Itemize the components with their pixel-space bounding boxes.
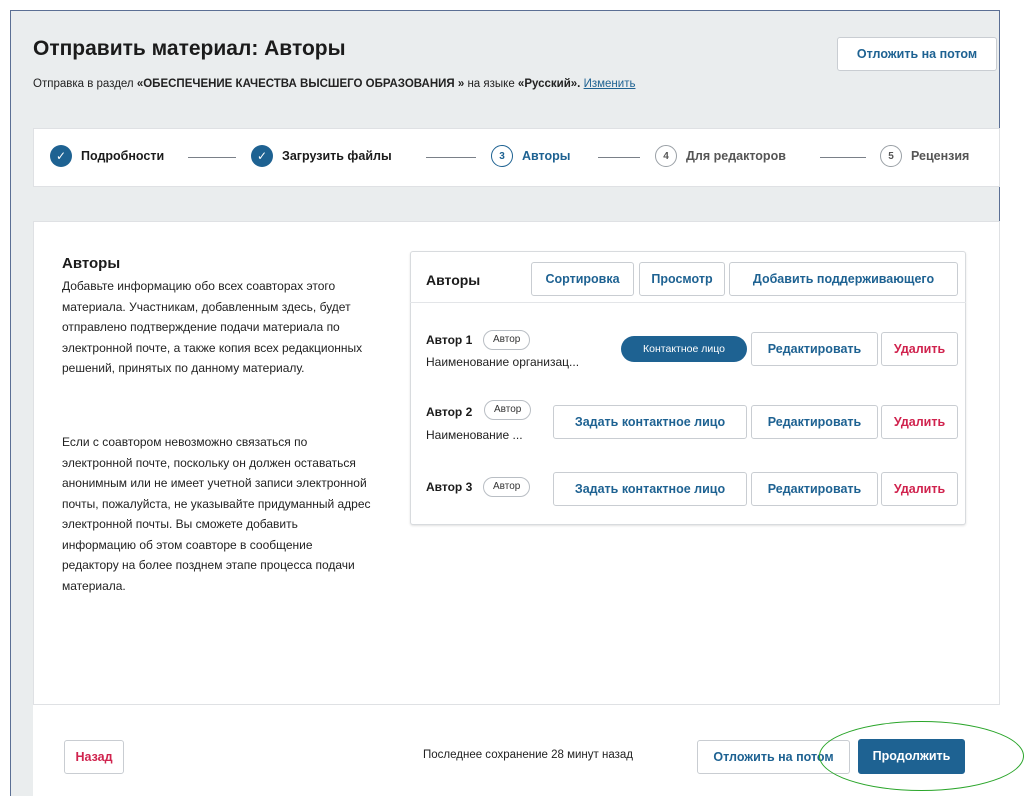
context-mid: на языке bbox=[464, 78, 518, 90]
step-authors[interactable]: 3 Авторы bbox=[491, 145, 570, 167]
context-prefix: Отправка в раздел bbox=[33, 78, 137, 90]
divider bbox=[410, 302, 966, 303]
delete-author-button[interactable]: Удалить bbox=[881, 332, 958, 366]
role-badge: Автор bbox=[484, 400, 532, 420]
author-affiliation: Наименование организац... bbox=[426, 355, 580, 369]
authors-section-heading: Авторы bbox=[62, 255, 121, 272]
step-label: Загрузить файлы bbox=[282, 149, 392, 163]
authors-info-paragraph-2: Если с соавтором невозможно связаться по… bbox=[62, 435, 371, 593]
submission-context-line: Отправка в раздел «ОБЕСПЕЧЕНИЕ КАЧЕСТВА … bbox=[33, 78, 635, 90]
author-affiliation: Наименование ... bbox=[426, 428, 523, 442]
step-details[interactable]: ✓ Подробности bbox=[50, 145, 164, 167]
step-number-3: 3 bbox=[491, 145, 513, 167]
edit-author-button[interactable]: Редактировать bbox=[751, 472, 878, 506]
save-later-top-button[interactable]: Отложить на потом bbox=[837, 37, 997, 71]
save-later-button[interactable]: Отложить на потом bbox=[697, 740, 850, 774]
set-primary-contact-button[interactable]: Задать контактное лицо bbox=[553, 472, 747, 506]
step-connector bbox=[426, 157, 476, 158]
step-for-editors[interactable]: 4 Для редакторов bbox=[655, 145, 786, 167]
edit-author-button[interactable]: Редактировать bbox=[751, 332, 878, 366]
step-connector bbox=[820, 157, 866, 158]
section-name: «ОБЕСПЕЧЕНИЕ КАЧЕСТВА ВЫСШЕГО ОБРАЗОВАНИ… bbox=[136, 78, 465, 90]
continue-button[interactable]: Продолжить bbox=[858, 739, 965, 774]
page-title: Отправить материал: Авторы bbox=[33, 37, 346, 60]
primary-contact-badge: Контактное лицо bbox=[621, 336, 747, 362]
step-number-4: 4 bbox=[655, 145, 677, 167]
check-icon: ✓ bbox=[251, 145, 273, 167]
step-connector bbox=[188, 157, 236, 158]
step-label: Рецензия bbox=[911, 149, 970, 163]
author-name: Автор 3 bbox=[426, 480, 473, 494]
authors-info-paragraph-1: Добавьте информацию обо всех соавторах э… bbox=[62, 279, 363, 375]
step-connector bbox=[598, 157, 640, 158]
author-name: Автор 2 bbox=[426, 405, 473, 419]
set-primary-contact-button[interactable]: Задать контактное лицо bbox=[553, 405, 747, 439]
change-link[interactable]: Изменить bbox=[584, 78, 636, 90]
step-review[interactable]: 5 Рецензия bbox=[880, 145, 969, 167]
edit-author-button[interactable]: Редактировать bbox=[751, 405, 878, 439]
add-supporter-button[interactable]: Добавить поддерживающего bbox=[729, 262, 958, 296]
back-button[interactable]: Назад bbox=[64, 740, 124, 774]
role-badge: Автор bbox=[483, 330, 531, 350]
sort-button[interactable]: Сортировка bbox=[531, 262, 634, 296]
step-label: Подробности bbox=[81, 149, 165, 163]
language-name: «Русский». bbox=[517, 78, 581, 90]
check-icon: ✓ bbox=[50, 145, 72, 167]
preview-button[interactable]: Просмотр bbox=[639, 262, 725, 296]
authors-panel-title: Авторы bbox=[426, 272, 481, 288]
delete-author-button[interactable]: Удалить bbox=[881, 472, 958, 506]
step-upload-files[interactable]: ✓ Загрузить файлы bbox=[251, 145, 392, 167]
role-badge: Автор bbox=[483, 477, 531, 497]
last-saved-status: Последнее сохранение 28 минут назад bbox=[423, 749, 633, 761]
step-label: Для редакторов bbox=[686, 149, 786, 163]
step-label: Авторы bbox=[522, 149, 571, 163]
delete-author-button[interactable]: Удалить bbox=[881, 405, 958, 439]
step-number-5: 5 bbox=[880, 145, 902, 167]
author-name: Автор 1 bbox=[426, 333, 473, 347]
